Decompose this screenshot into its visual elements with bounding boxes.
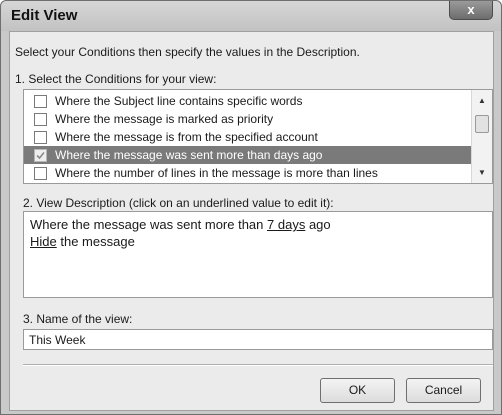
checkmark-icon xyxy=(36,151,45,160)
condition-checkbox-checked[interactable] xyxy=(34,149,47,162)
view-name-input[interactable] xyxy=(23,329,493,350)
title-bar[interactable]: Edit View x xyxy=(1,1,501,31)
condition-label: Where the number of lines in the message… xyxy=(55,166,378,180)
condition-label: Where the message is marked as priority xyxy=(55,112,274,126)
hide-action-link[interactable]: Hide xyxy=(30,234,57,249)
separator-line xyxy=(23,364,493,366)
condition-item-priority[interactable]: Where the message is marked as priority xyxy=(24,110,471,128)
condition-checkbox[interactable] xyxy=(34,167,47,180)
view-description-box: Where the message was sent more than 7 d… xyxy=(23,211,493,298)
condition-item-account[interactable]: Where the message is from the specified … xyxy=(24,128,471,146)
description-line-1: Where the message was sent more than 7 d… xyxy=(30,216,486,233)
condition-checkbox[interactable] xyxy=(34,95,47,108)
condition-label: Where the message is from the specified … xyxy=(55,130,318,144)
description-label: 2. View Description (click on an underli… xyxy=(23,196,334,210)
scroll-up-arrow-icon[interactable]: ▲ xyxy=(472,93,492,108)
dialog-title: Edit View xyxy=(11,7,78,24)
description-text: ago xyxy=(305,217,331,232)
conditions-scrollbar[interactable]: ▲ ▼ xyxy=(471,90,492,183)
close-button[interactable]: x xyxy=(449,1,493,20)
condition-label: Where the Subject line contains specific… xyxy=(55,94,303,108)
condition-checkbox[interactable] xyxy=(34,131,47,144)
condition-item-lines[interactable]: Where the number of lines in the message… xyxy=(24,164,471,182)
description-line-2: Hide the message xyxy=(30,233,486,250)
condition-item-subject-words[interactable]: Where the Subject line contains specific… xyxy=(24,92,471,110)
close-icon: x xyxy=(467,2,475,17)
days-value-link[interactable]: 7 days xyxy=(267,217,305,232)
conditions-list[interactable]: Where the Subject line contains specific… xyxy=(23,89,493,184)
scroll-thumb[interactable] xyxy=(475,115,489,133)
intro-text: Select your Conditions then specify the … xyxy=(15,45,360,59)
ok-button[interactable]: OK xyxy=(320,378,395,403)
scroll-down-arrow-icon[interactable]: ▼ xyxy=(472,165,492,180)
description-text: Where the message was sent more than xyxy=(30,217,268,232)
condition-label: Where the message was sent more than day… xyxy=(55,148,323,162)
description-text: the message xyxy=(56,234,135,249)
view-name-label: 3. Name of the view: xyxy=(23,312,133,326)
condition-checkbox[interactable] xyxy=(34,113,47,126)
cancel-button[interactable]: Cancel xyxy=(406,378,481,403)
condition-item-days-ago[interactable]: Where the message was sent more than day… xyxy=(24,146,471,164)
conditions-label: 1. Select the Conditions for your view: xyxy=(15,72,217,86)
